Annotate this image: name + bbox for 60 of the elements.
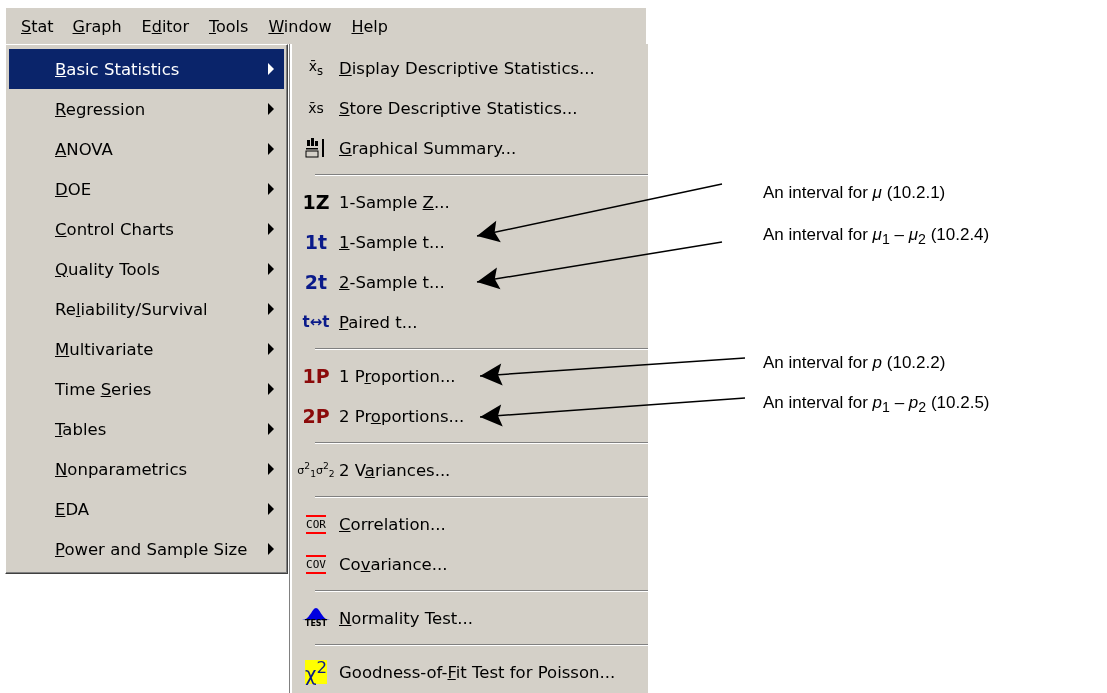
- submenu-arrow-icon: [268, 263, 274, 275]
- menu-item[interactable]: Stat: [14, 10, 61, 42]
- menu-item[interactable]: Time Series: [9, 369, 284, 409]
- paired-t-icon: t↔t: [302, 314, 330, 330]
- menu-item[interactable]: 1 Proportion...: [339, 366, 456, 386]
- menu-item[interactable]: Multivariate: [9, 329, 284, 369]
- annotation-text: An interval for p$_{1}$ – p$_{2}$ (10.2.5): [763, 393, 990, 416]
- menu-item[interactable]: ANOVA: [9, 129, 284, 169]
- menu-item[interactable]: Correlation...: [339, 514, 446, 534]
- submenu-arrow-icon: [268, 103, 274, 115]
- menu-item[interactable]: 1-Sample t...: [339, 232, 445, 252]
- menu-item[interactable]: Nonparametrics: [9, 449, 284, 489]
- menu-item[interactable]: Power and Sample Size: [9, 529, 284, 569]
- menu-item[interactable]: Quality Tools: [9, 249, 284, 289]
- menu-item[interactable]: Goodness-of-Fit Test for Poisson...: [339, 662, 616, 682]
- submenu-arrow-icon: [268, 63, 274, 75]
- annotation-text: An interval for p (10.2.2): [763, 353, 946, 373]
- menu-item[interactable]: Tools: [200, 9, 257, 43]
- menu-item[interactable]: 2 Variances...: [339, 460, 451, 480]
- submenu-arrow-icon: [268, 143, 274, 155]
- menu-item[interactable]: Graph: [64, 9, 130, 43]
- annotation-text: An interval for μ$_{1}$ – μ$_{2}$ (10.2.4): [763, 225, 990, 248]
- menu-item[interactable]: Store Descriptive Statistics...: [339, 98, 578, 118]
- t-test-icon: 1t: [304, 232, 328, 252]
- menu-item[interactable]: Display Descriptive Statistics...: [339, 58, 595, 78]
- submenu-arrow-icon: [268, 223, 274, 235]
- annotation-text: An interval for μ (10.2.1): [763, 183, 946, 203]
- menu-item[interactable]: 2 Proportions...: [339, 406, 465, 426]
- menu-item[interactable]: Basic Statistics: [9, 49, 284, 89]
- submenu-arrow-icon: [268, 463, 274, 475]
- menu-item[interactable]: Covariance...: [339, 554, 448, 574]
- submenu-arrow-icon: [268, 343, 274, 355]
- menu-item[interactable]: EDA: [9, 489, 284, 529]
- menu-item[interactable]: Reliability/Survival: [9, 289, 284, 329]
- t-test-icon: 2t: [304, 272, 328, 292]
- menu-item[interactable]: Normality Test...: [339, 608, 473, 628]
- menu-item[interactable]: Graphical Summary...: [339, 138, 517, 158]
- submenu-arrow-icon: [268, 383, 274, 395]
- menu-item[interactable]: Editor: [133, 9, 197, 43]
- menu-item[interactable]: DOE: [9, 169, 284, 209]
- submenu-arrow-icon: [268, 183, 274, 195]
- proportion-icon: 1P: [302, 366, 330, 386]
- submenu-arrow-icon: [268, 543, 274, 555]
- submenu-arrow-icon: [268, 423, 274, 435]
- statistic-icon: x̄$_{s}$: [308, 58, 324, 78]
- histogram-icon: [305, 137, 327, 159]
- menu-item[interactable]: Control Charts: [9, 209, 284, 249]
- menu-item[interactable]: Window: [260, 9, 340, 43]
- statistic-icon: x̄s: [308, 101, 324, 115]
- submenu-arrow-icon: [268, 503, 274, 515]
- menu-item[interactable]: Tables: [9, 409, 284, 449]
- menu-item[interactable]: Regression: [9, 89, 284, 129]
- chi-square-icon: χ$^{2}$: [304, 660, 328, 684]
- menu-item[interactable]: Help: [343, 9, 396, 43]
- z-test-icon: 1Z: [302, 192, 330, 212]
- menu-item[interactable]: 2-Sample t...: [339, 272, 445, 292]
- menu-item[interactable]: Paired t...: [339, 312, 418, 332]
- proportion-icon: 2P: [302, 406, 330, 426]
- menu-item[interactable]: 1-Sample Z...: [339, 192, 450, 212]
- submenu-arrow-icon: [268, 303, 274, 315]
